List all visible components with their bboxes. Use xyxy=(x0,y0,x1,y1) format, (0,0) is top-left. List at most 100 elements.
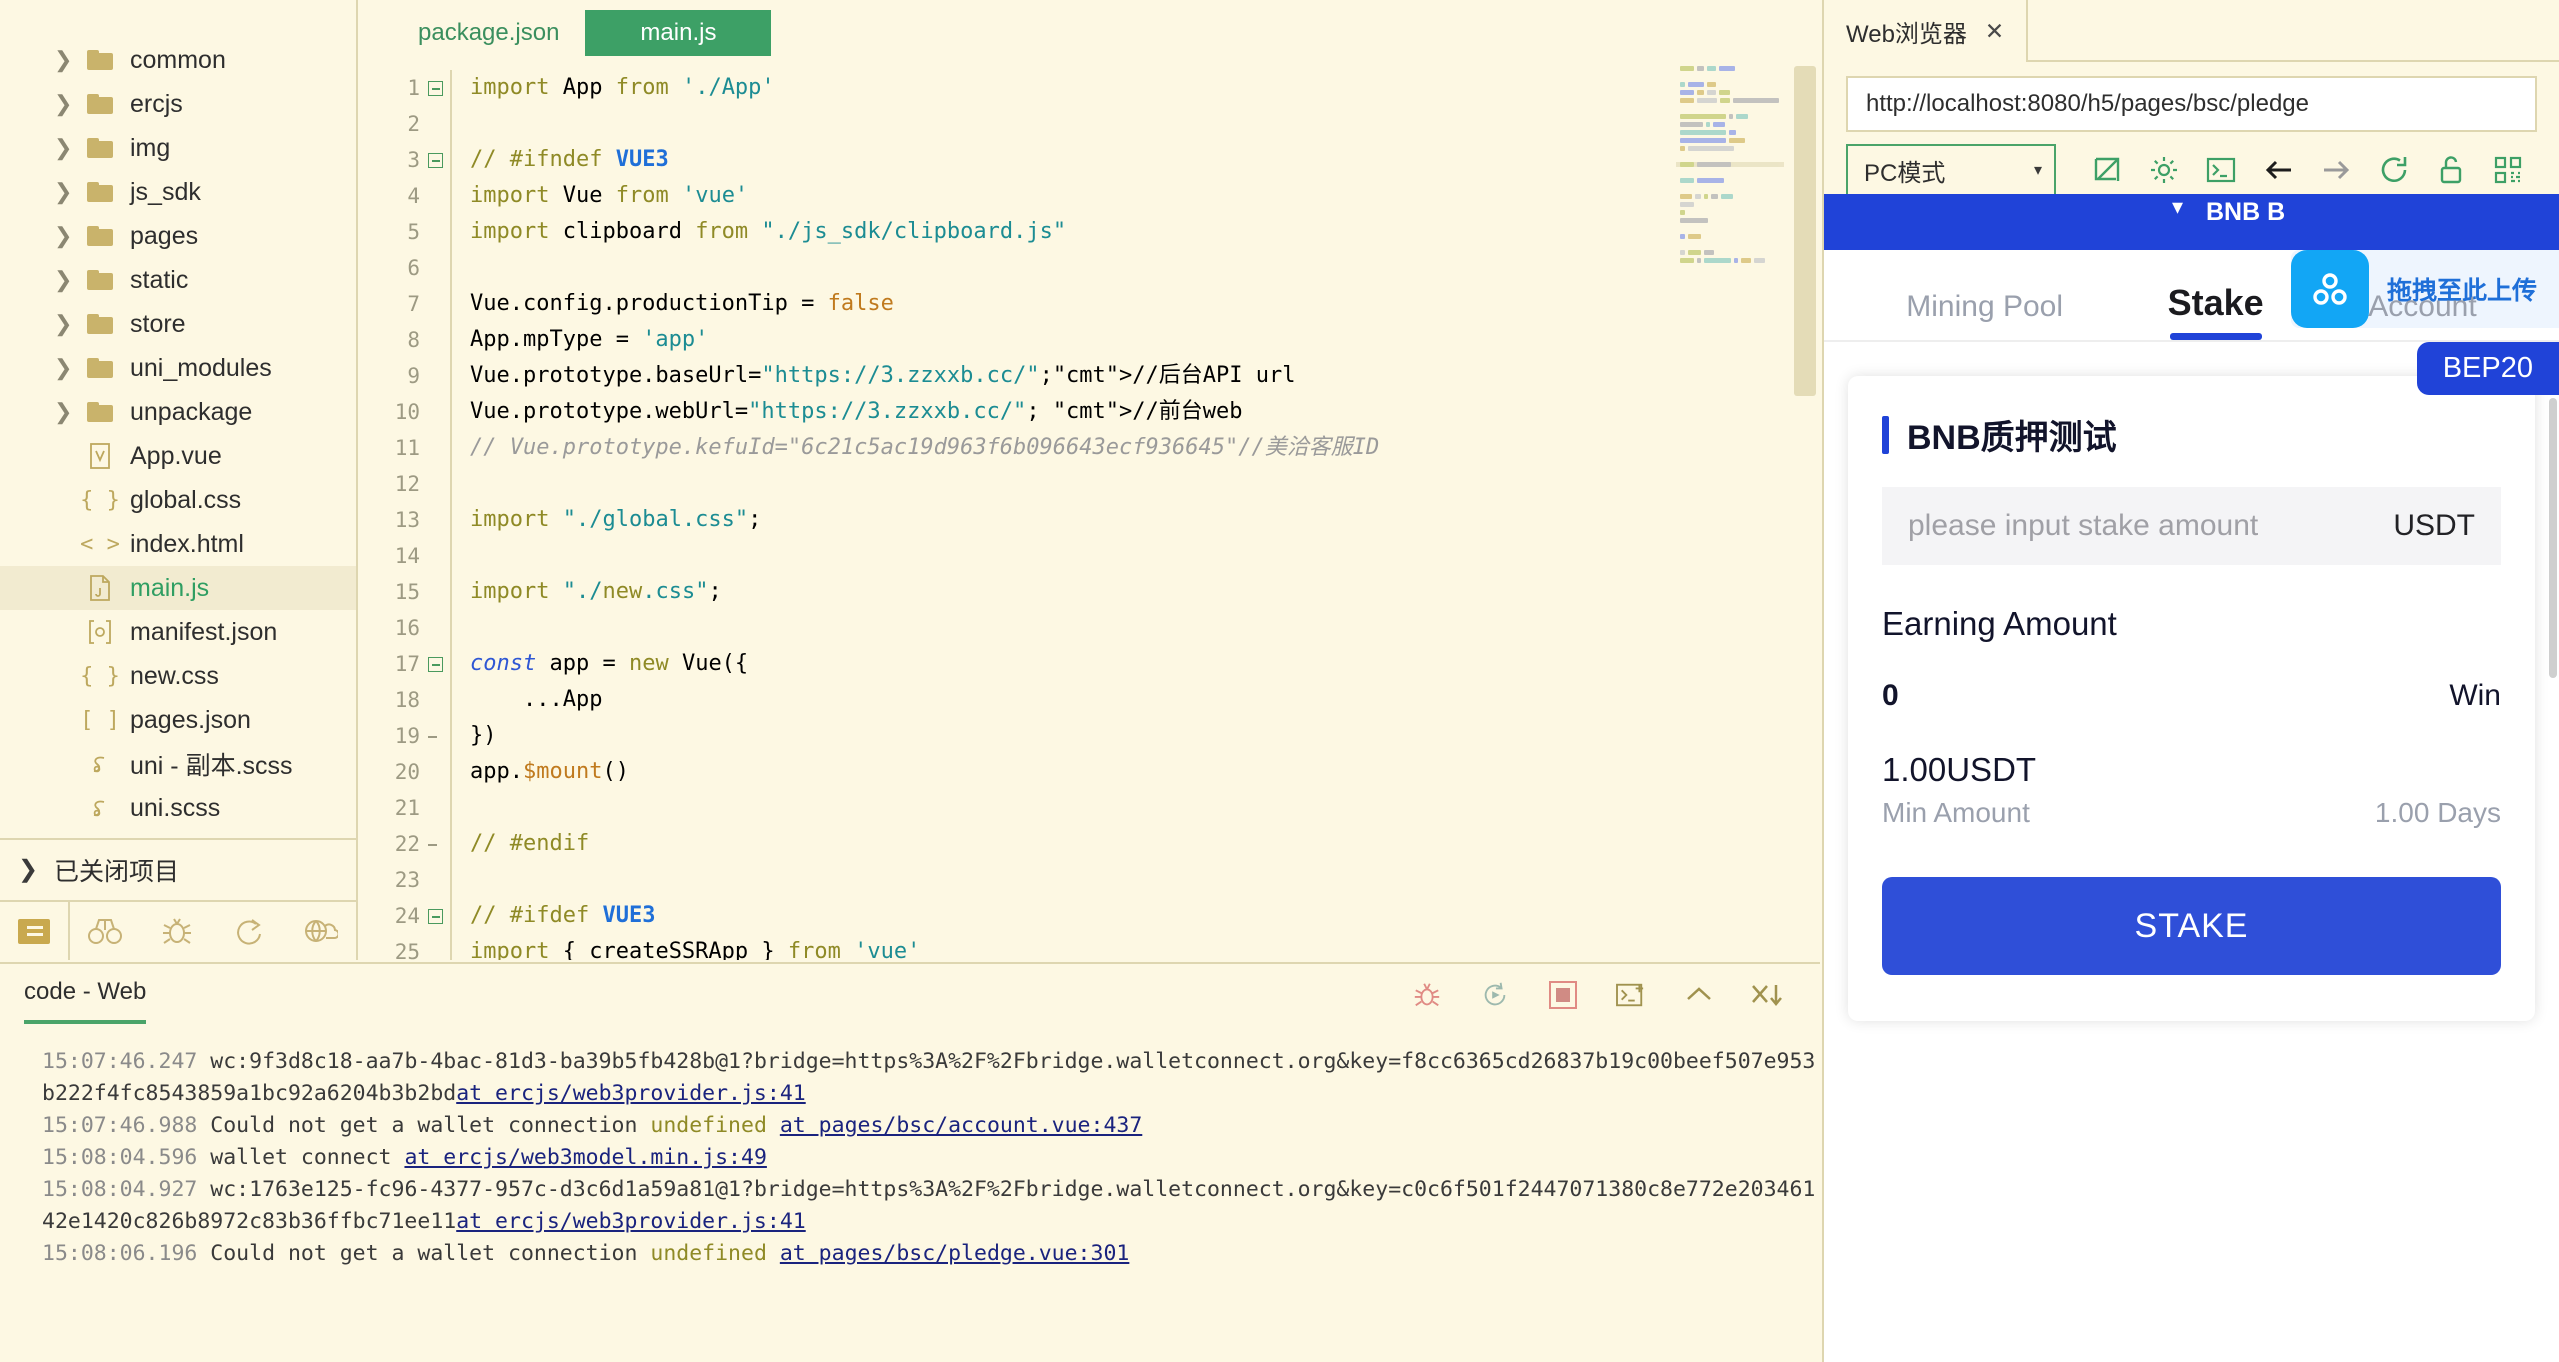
chevron-right-icon[interactable]: ❯ xyxy=(54,313,80,335)
code-line[interactable]: Vue.prototype.baseUrl="https://3.zzxxb.c… xyxy=(456,358,1820,394)
code-line[interactable] xyxy=(456,250,1820,286)
editor-scrollbar[interactable] xyxy=(1794,66,1816,960)
chevron-right-icon[interactable]: ❯ xyxy=(54,49,80,71)
console-log-line[interactable]: 15:08:04.596 wallet connect at ercjs/web… xyxy=(18,1142,1820,1174)
log-source-link[interactable]: at pages/bsc/pledge.vue:301 xyxy=(780,1241,1130,1266)
files-icon[interactable] xyxy=(0,902,70,960)
closed-projects-section[interactable]: ❯ 已关闭项目 xyxy=(0,838,356,900)
editor-tab[interactable]: main.js xyxy=(585,10,772,56)
console-icon[interactable] xyxy=(2193,146,2250,194)
stake-amount-input[interactable]: please input stake amount USDT xyxy=(1882,487,2501,565)
settings-gear-icon[interactable] xyxy=(2135,146,2192,194)
page-network-bar[interactable]: ▾ BNB B xyxy=(1824,194,2559,250)
file-tree[interactable]: ❯ common ❯ ercjs ❯ img ❯ js_sdk ❯ pages ❯ static ❯ st… xyxy=(0,0,356,830)
log-source-link[interactable]: at ercjs/web3provider.js:41 xyxy=(456,1081,806,1106)
console-log-list[interactable]: 15:07:46.247 wc:9f3d8c18-aa7b-4bac-81d3-… xyxy=(0,1038,1820,1270)
chevron-right-icon[interactable]: ❯ xyxy=(54,181,80,203)
device-mode-select[interactable]: PC模式 ▾ xyxy=(1846,144,2057,196)
fold-column[interactable] xyxy=(428,66,450,960)
code-minimap[interactable] xyxy=(1676,66,1784,766)
file-tree-item[interactable]: ❯manifest.json xyxy=(0,610,356,654)
open-external-icon[interactable] xyxy=(2078,146,2135,194)
page-scrollbar[interactable] xyxy=(2549,398,2557,678)
file-tree-item[interactable]: ❯ js_sdk xyxy=(0,170,356,214)
browser-tab[interactable]: Web浏览器 ✕ xyxy=(1824,0,2029,62)
code-line[interactable]: import "./global.css"; xyxy=(456,502,1820,538)
binoculars-icon[interactable] xyxy=(70,902,142,960)
share-icon[interactable] xyxy=(213,902,285,960)
file-tree-item[interactable]: ❯[ ]pages.json xyxy=(0,698,356,742)
new-terminal-icon[interactable] xyxy=(1614,978,1648,1012)
fold-toggle[interactable] xyxy=(428,826,450,862)
code-line[interactable]: Vue.prototype.webUrl="https://3.zzxxb.cc… xyxy=(456,394,1820,430)
code-line[interactable]: import { createSSRApp } from 'vue' xyxy=(456,934,1820,960)
code-line[interactable] xyxy=(456,466,1820,502)
log-source-link[interactable]: at pages/bsc/account.vue:437 xyxy=(780,1113,1142,1138)
log-source-link[interactable]: at ercjs/web3provider.js:41 xyxy=(456,1209,806,1234)
back-arrow-icon[interactable] xyxy=(2250,146,2307,194)
qrcode-icon[interactable] xyxy=(2480,146,2537,194)
code-line[interactable]: import Vue from 'vue' xyxy=(456,178,1820,214)
code-line[interactable]: Vue.config.productionTip = false xyxy=(456,286,1820,322)
file-tree-item[interactable]: ❯< >index.html xyxy=(0,522,356,566)
file-tree-item[interactable]: ❯ img xyxy=(0,126,356,170)
code-line[interactable]: // #ifdef VUE3 xyxy=(456,898,1820,934)
code-line[interactable] xyxy=(456,610,1820,646)
file-tree-item[interactable]: ❯ ercjs xyxy=(0,82,356,126)
editor-tab[interactable]: package.json xyxy=(392,10,585,56)
file-tree-item[interactable]: ❯ uni_modules xyxy=(0,346,356,390)
console-tab-code-web[interactable]: code - Web xyxy=(24,978,147,1024)
file-tree-item[interactable]: ❯ static xyxy=(0,258,356,302)
code-line[interactable]: app.$mount() xyxy=(456,754,1820,790)
chain-badge[interactable]: BEP20 xyxy=(2416,342,2559,395)
file-tree-item[interactable]: ❯App.vue xyxy=(0,434,356,478)
collapse-icon[interactable] xyxy=(1682,978,1716,1012)
bug-icon[interactable] xyxy=(1410,978,1444,1012)
forward-arrow-icon[interactable] xyxy=(2308,146,2365,194)
bug-icon[interactable] xyxy=(141,902,213,960)
code-line[interactable] xyxy=(456,538,1820,574)
editor-tabbar[interactable]: package.json main.js xyxy=(360,0,1820,66)
fold-toggle[interactable] xyxy=(428,898,450,934)
console-log-line[interactable]: 15:07:46.988 Could not get a wallet conn… xyxy=(18,1110,1820,1142)
stake-button[interactable]: STAKE xyxy=(1882,877,2501,975)
chevron-right-icon[interactable]: ❯ xyxy=(54,269,80,291)
url-input[interactable]: http://localhost:8080/h5/pages/bsc/pledg… xyxy=(1846,76,2537,132)
file-tree-item[interactable]: ❯ store xyxy=(0,302,356,346)
fold-toggle[interactable] xyxy=(428,646,450,682)
fold-toggle[interactable] xyxy=(428,142,450,178)
file-tree-item[interactable]: ❯{ }new.css xyxy=(0,654,356,698)
code-line[interactable]: // Vue.prototype.kefuId="6c21c5ac19d963f… xyxy=(456,430,1820,466)
console-log-line[interactable]: 15:08:06.196 Could not get a wallet conn… xyxy=(18,1238,1820,1270)
file-tree-item[interactable]: ❯ common xyxy=(0,38,356,82)
editor-scrollbar-thumb[interactable] xyxy=(1794,66,1816,396)
console-log-line[interactable]: 15:07:46.247 wc:9f3d8c18-aa7b-4bac-81d3-… xyxy=(18,1046,1820,1110)
console-log-line[interactable]: 15:08:04.927 wc:1763e125-fc96-4377-957c-… xyxy=(18,1174,1820,1238)
code-line[interactable]: App.mpType = 'app' xyxy=(456,322,1820,358)
cloud-network-icon[interactable] xyxy=(284,902,356,960)
file-tree-item[interactable]: ❯uni.scss xyxy=(0,786,356,830)
restart-icon[interactable] xyxy=(1478,978,1512,1012)
file-tree-item[interactable]: ❯ unpackage xyxy=(0,390,356,434)
reload-icon[interactable] xyxy=(2365,146,2422,194)
log-source-link[interactable]: at ercjs/web3model.min.js:49 xyxy=(404,1145,766,1170)
clear-icon[interactable] xyxy=(1750,978,1784,1012)
code-content[interactable]: import App from './App'// #ifndef VUE3 im… xyxy=(450,66,1820,960)
fold-toggle[interactable] xyxy=(428,70,450,106)
chevron-right-icon[interactable]: ❯ xyxy=(54,93,80,115)
code-line[interactable]: import "./new.css"; xyxy=(456,574,1820,610)
code-line[interactable]: import App from './App' xyxy=(456,70,1820,106)
code-line[interactable] xyxy=(456,790,1820,826)
unlock-icon[interactable] xyxy=(2422,146,2479,194)
file-tree-item[interactable]: ❯main.js xyxy=(0,566,356,610)
close-icon[interactable]: ✕ xyxy=(1985,18,2004,45)
code-line[interactable]: import clipboard from "./js_sdk/clipboar… xyxy=(456,214,1820,250)
fold-toggle[interactable] xyxy=(428,718,450,754)
file-tree-item[interactable]: ❯ pages xyxy=(0,214,356,258)
file-tree-item[interactable]: ❯uni - 副本.scss xyxy=(0,742,356,786)
code-line[interactable] xyxy=(456,106,1820,142)
code-line[interactable]: // #ifndef VUE3 xyxy=(456,142,1820,178)
code-area[interactable]: 1 2 3 4 5 6 7 8 9 10 11 12 13 14 15 16 17 18 19 20 21 22 23 24 2… xyxy=(360,66,1820,960)
code-line[interactable]: ...App xyxy=(456,682,1820,718)
page-tab[interactable]: Stake xyxy=(2168,282,2264,340)
